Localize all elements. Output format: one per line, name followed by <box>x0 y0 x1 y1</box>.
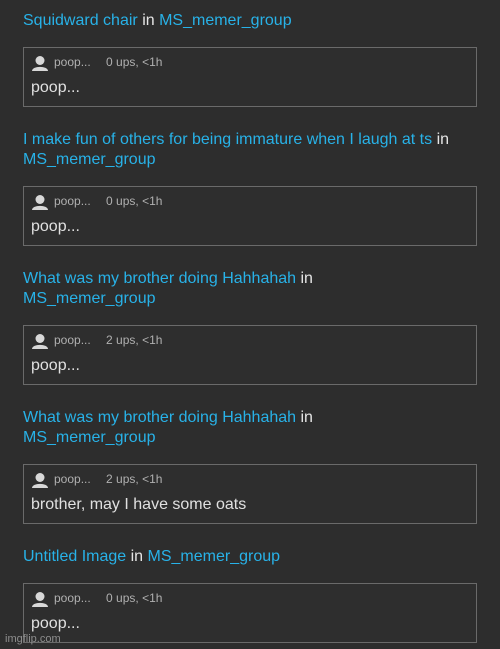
comment-text: poop... <box>31 615 80 632</box>
user-avatar-icon[interactable] <box>32 55 48 71</box>
comment-box: poop... 2 ups, <1h brother, may I have s… <box>23 464 477 524</box>
user-avatar-icon[interactable] <box>32 333 48 349</box>
comment-meta: poop... 0 ups, <1h <box>54 54 162 70</box>
comment-stats: 0 ups, <1h <box>106 55 163 69</box>
comment-stats: 2 ups, <1h <box>106 333 163 347</box>
entry-title: Squidward chair in MS_memer_group <box>23 11 483 31</box>
comment-box: poop... 0 ups, <1h poop... <box>23 47 477 107</box>
comment-author[interactable]: poop... <box>54 194 91 208</box>
comment-author[interactable]: poop... <box>54 333 91 347</box>
comment-box: poop... 2 ups, <1h poop... <box>23 325 477 385</box>
entry-title: Untitled Image in MS_memer_group <box>23 547 483 567</box>
in-label: in <box>130 548 144 565</box>
comment-author[interactable]: poop... <box>54 55 91 69</box>
group-link[interactable]: MS_memer_group <box>23 290 156 307</box>
user-avatar-icon[interactable] <box>32 591 48 607</box>
comment-text: poop... <box>31 79 80 96</box>
user-avatar-icon[interactable] <box>32 194 48 210</box>
entry-title: What was my brother doing Hahhahah in MS… <box>23 269 483 309</box>
comment-box: poop... 0 ups, <1h poop... <box>23 186 477 246</box>
group-link[interactable]: MS_memer_group <box>23 429 156 446</box>
comment-meta: poop... 0 ups, <1h <box>54 590 162 606</box>
comment-author[interactable]: poop... <box>54 472 91 486</box>
group-link[interactable]: MS_memer_group <box>23 151 156 168</box>
user-avatar-icon[interactable] <box>32 472 48 488</box>
imgflip-watermark: imgflip.com <box>5 633 61 645</box>
group-link[interactable]: MS_memer_group <box>148 548 281 565</box>
entry-title: I make fun of others for being immature … <box>23 130 483 170</box>
comment-stats: 2 ups, <1h <box>106 472 163 486</box>
comment-box: poop... 0 ups, <1h poop... <box>23 583 477 643</box>
comment-meta: poop... 0 ups, <1h <box>54 193 162 209</box>
entry-title: What was my brother doing Hahhahah in MS… <box>23 408 483 448</box>
comment-text: poop... <box>31 357 80 374</box>
in-label: in <box>142 12 155 29</box>
comment-meta: poop... 2 ups, <1h <box>54 332 162 348</box>
comment-meta: poop... 2 ups, <1h <box>54 471 162 487</box>
comment-text: poop... <box>31 218 80 235</box>
in-label: in <box>300 409 313 426</box>
image-title-link[interactable]: I make fun of others for being immature … <box>23 131 432 148</box>
group-link[interactable]: MS_memer_group <box>159 12 292 29</box>
image-title-link[interactable]: Squidward chair <box>23 12 138 29</box>
comment-text: brother, may I have some oats <box>31 496 247 513</box>
image-title-link[interactable]: What was my brother doing Hahhahah <box>23 409 296 426</box>
comment-author[interactable]: poop... <box>54 591 91 605</box>
in-label: in <box>300 270 313 287</box>
in-label: in <box>436 131 450 148</box>
comment-stats: 0 ups, <1h <box>106 591 163 605</box>
image-title-link[interactable]: Untitled Image <box>23 548 126 565</box>
image-title-link[interactable]: What was my brother doing Hahhahah <box>23 270 296 287</box>
comment-stats: 0 ups, <1h <box>106 194 163 208</box>
